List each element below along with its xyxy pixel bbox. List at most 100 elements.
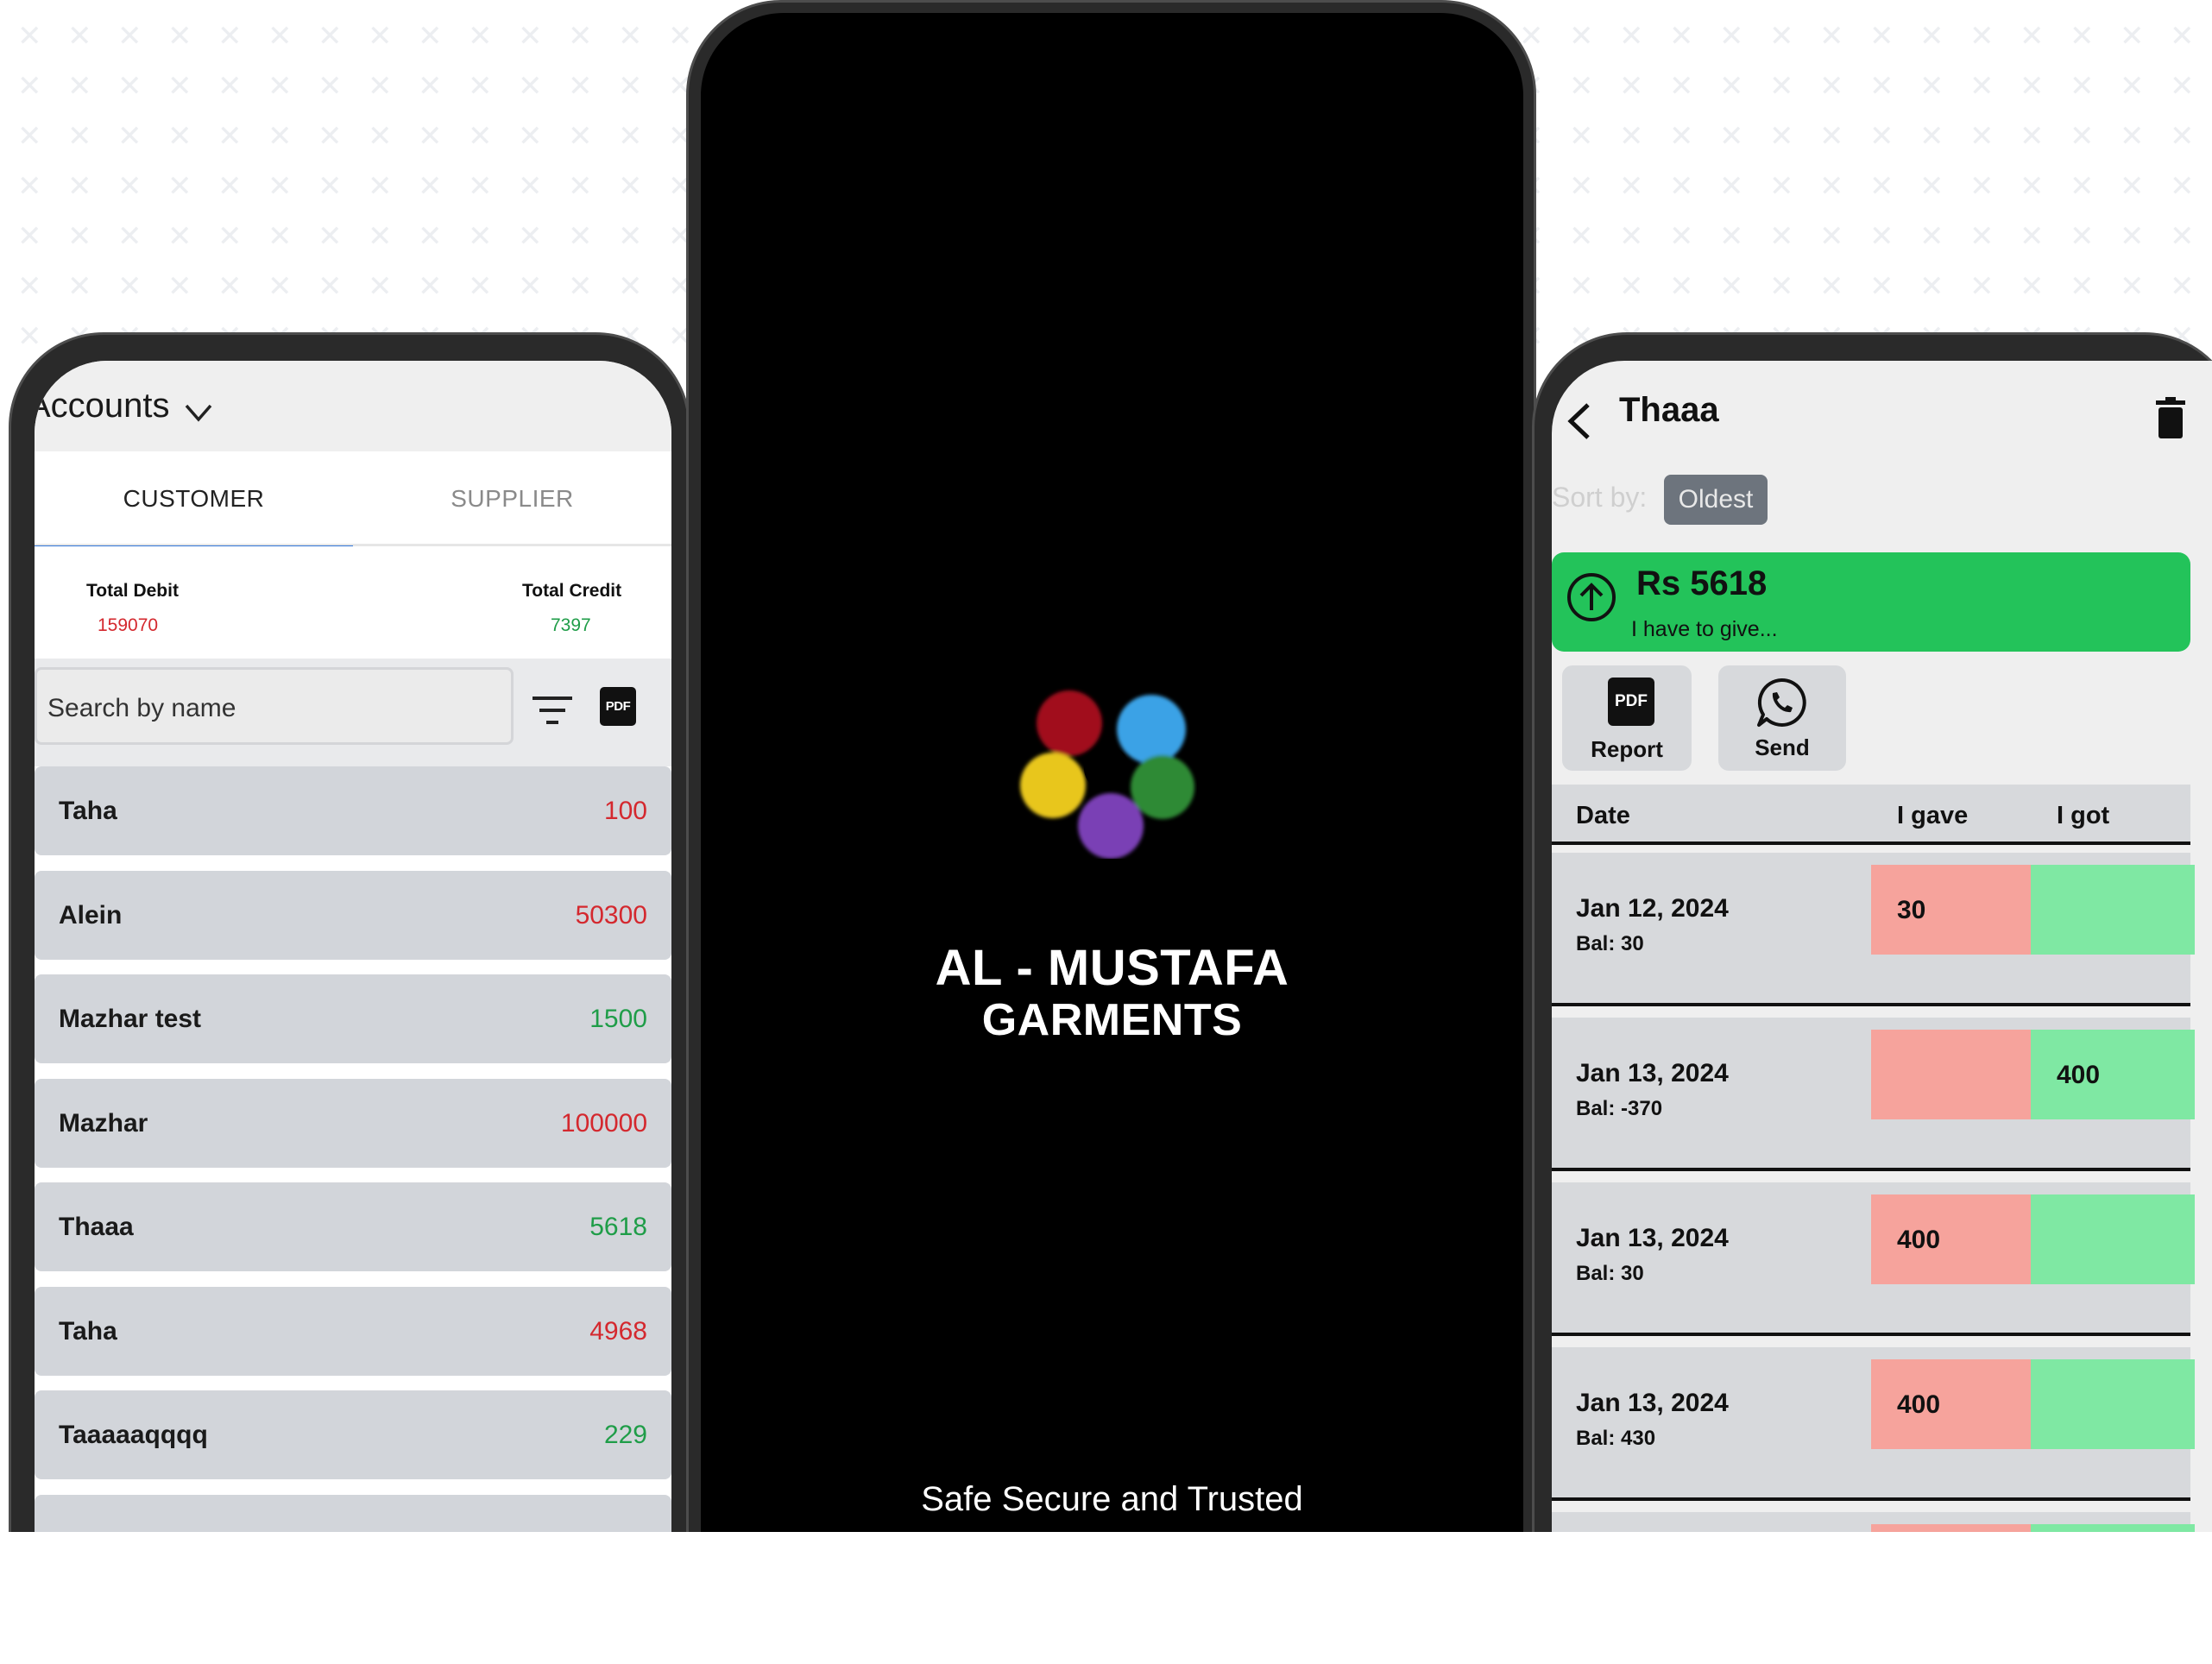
got-cell xyxy=(2031,1359,2195,1449)
report-button[interactable]: PDF Report xyxy=(1562,665,1692,771)
tab-supplier[interactable]: SUPPLIER xyxy=(353,451,671,546)
pattern-x: ✕ xyxy=(217,119,243,154)
pattern-x: ✕ xyxy=(1669,69,1694,104)
pattern-x: ✕ xyxy=(17,269,42,304)
pattern-x: ✕ xyxy=(518,69,543,104)
tab-customer-label: CUSTOMER xyxy=(123,485,265,512)
accounts-screen: Accounts CUSTOMER SUPPLIER Total Debit 1… xyxy=(35,361,671,1532)
pattern-x: ✕ xyxy=(1719,19,1744,54)
tab-bar: CUSTOMER SUPPLIER xyxy=(35,451,671,549)
pattern-x: ✕ xyxy=(1769,219,1794,254)
transaction-row[interactable]: Jan 12, 2024 Bal: 30 30 xyxy=(1552,853,2195,1006)
send-whatsapp-button[interactable]: Send xyxy=(1718,665,1846,771)
account-list-item[interactable]: Mazhar test 1500 xyxy=(35,974,671,1063)
pattern-x: ✕ xyxy=(1969,19,1995,54)
total-debit-value: 159070 xyxy=(98,615,159,635)
pattern-x: ✕ xyxy=(17,119,42,154)
accounts-title: Accounts xyxy=(35,387,170,425)
transaction-balance: Bal: 430 xyxy=(1576,1427,1656,1450)
account-list-item[interactable]: Alein 50300 xyxy=(35,870,671,960)
pattern-x: ✕ xyxy=(2020,119,2045,154)
account-list-item[interactable]: Taaaaaqqqq 229 xyxy=(35,1390,671,1479)
pattern-x: ✕ xyxy=(2020,169,2045,204)
account-name: Mazhar test xyxy=(59,1005,202,1033)
pattern-x: ✕ xyxy=(167,69,192,104)
pattern-x: ✕ xyxy=(1769,19,1794,54)
pattern-x: ✕ xyxy=(217,219,243,254)
pattern-x: ✕ xyxy=(1569,19,1594,54)
pattern-x: ✕ xyxy=(618,169,643,204)
pattern-x: ✕ xyxy=(1919,69,1944,104)
pattern-x: ✕ xyxy=(318,119,343,154)
pattern-x: ✕ xyxy=(418,69,443,104)
pattern-x: ✕ xyxy=(1619,269,1644,304)
pattern-x: ✕ xyxy=(17,169,42,204)
pdf-export-icon[interactable]: PDF xyxy=(600,687,636,726)
pattern-x: ✕ xyxy=(2120,219,2145,254)
pattern-x: ✕ xyxy=(2170,119,2195,154)
account-detail-screen: Thaaa Sort by: Oldest Rs 5618 I have to … xyxy=(1552,361,2212,1532)
pattern-x: ✕ xyxy=(2120,69,2145,104)
transaction-row[interactable]: Jan 13, 2024 Bal: 30 400 xyxy=(1552,1182,2195,1336)
pattern-x: ✕ xyxy=(318,69,343,104)
chevron-down-icon[interactable] xyxy=(181,395,216,430)
delete-icon[interactable] xyxy=(2154,397,2187,438)
got-amount: 400 xyxy=(2057,1061,2101,1089)
pattern-x: ✕ xyxy=(2170,19,2195,54)
pattern-x: ✕ xyxy=(2070,19,2095,54)
account-list-item[interactable] xyxy=(35,1494,671,1532)
pattern-x: ✕ xyxy=(1769,269,1794,304)
pattern-x: ✕ xyxy=(1869,269,1894,304)
pattern-x: ✕ xyxy=(1669,119,1694,154)
back-arrow-icon[interactable] xyxy=(1562,400,1597,443)
transaction-row[interactable]: Jan 13, 2024 Bal: -370 400 xyxy=(1552,1018,2195,1171)
pattern-x: ✕ xyxy=(1769,69,1794,104)
pattern-x: ✕ xyxy=(568,69,593,104)
pattern-x: ✕ xyxy=(67,219,92,254)
pattern-x: ✕ xyxy=(17,319,42,354)
pattern-x: ✕ xyxy=(1719,219,1744,254)
transaction-row[interactable]: Jan 13, 2024 Bal: 430 400 xyxy=(1552,1347,2195,1501)
account-amount: 229 xyxy=(603,1421,647,1449)
column-got: I got xyxy=(2057,802,2110,829)
pattern-x: ✕ xyxy=(418,219,443,254)
transaction-date: Jan 13, 2024 xyxy=(1576,1224,1729,1252)
transaction-row[interactable] xyxy=(1552,1512,2195,1532)
pattern-x: ✕ xyxy=(2120,169,2145,204)
pattern-x: ✕ xyxy=(2070,169,2095,204)
pattern-x: ✕ xyxy=(2170,269,2195,304)
total-debit-label: Total Debit xyxy=(86,581,179,601)
account-name: Taaaaaqqqq xyxy=(59,1421,208,1449)
pattern-x: ✕ xyxy=(1769,169,1794,204)
account-name: Taha xyxy=(59,1316,117,1346)
pattern-x: ✕ xyxy=(468,219,493,254)
account-amount: 100 xyxy=(603,797,647,825)
brand-tagline: Safe Secure and Trusted xyxy=(921,1480,1303,1518)
account-name: Thaaa xyxy=(59,1213,134,1241)
tab-customer[interactable]: CUSTOMER xyxy=(35,451,353,549)
account-list-item[interactable]: Taha 100 xyxy=(35,766,671,855)
pattern-x: ✕ xyxy=(217,169,243,204)
account-list-item[interactable]: Mazhar 100000 xyxy=(35,1078,671,1168)
balance-note: I have to give... xyxy=(1631,617,1778,641)
sort-dropdown[interactable]: Oldest xyxy=(1664,475,1768,525)
pattern-x: ✕ xyxy=(2170,69,2195,104)
search-placeholder: Search by name xyxy=(47,694,236,722)
brand-name-line2: GARMENTS xyxy=(981,995,1243,1045)
pattern-x: ✕ xyxy=(668,19,693,54)
gave-cell: 400 xyxy=(1871,1359,2031,1449)
pattern-x: ✕ xyxy=(1619,169,1644,204)
pattern-x: ✕ xyxy=(368,69,393,104)
pattern-x: ✕ xyxy=(2170,169,2195,204)
pattern-x: ✕ xyxy=(2070,69,2095,104)
totals-summary: Total Debit 159070 Total Credit 7397 xyxy=(35,546,671,659)
account-list-item[interactable]: Thaaa 5618 xyxy=(35,1182,671,1271)
filter-icon[interactable] xyxy=(531,693,574,728)
account-list-item[interactable]: Taha 4968 xyxy=(35,1286,671,1376)
pattern-x: ✕ xyxy=(518,19,543,54)
pattern-x: ✕ xyxy=(17,69,42,104)
pattern-x: ✕ xyxy=(1669,169,1694,204)
search-input[interactable]: Search by name xyxy=(35,667,514,745)
pattern-x: ✕ xyxy=(268,219,293,254)
pattern-x: ✕ xyxy=(17,19,42,54)
